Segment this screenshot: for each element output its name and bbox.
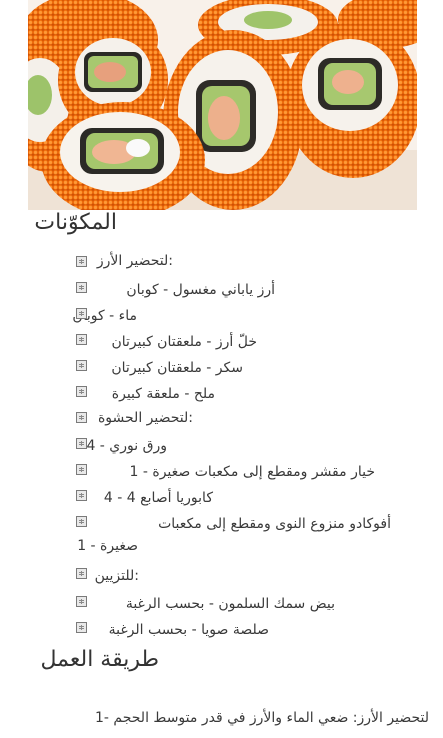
image-placeholder-icon (76, 490, 87, 501)
image-placeholder-icon (76, 438, 87, 449)
list-item: كابوريا أصابع 4 - 4 (0, 482, 443, 506)
ingredient-label: صلصة صويا - بحسب الرغبة (108, 622, 269, 638)
image-placeholder-icon (76, 256, 87, 267)
list-item: بيض سمك السلمون - بحسب الرغبة (0, 588, 443, 612)
image-placeholder-icon (76, 308, 87, 319)
ingredient-label: ورق نوري - 4 (86, 438, 167, 454)
recipe-page: المكوّنات :لتحضير الأرز أرز ياباني مغسول… (0, 0, 443, 738)
list-item: :للتزيين (0, 560, 443, 584)
image-placeholder-icon (76, 464, 87, 475)
ingredient-label: أفوكادو منزوع النوى ومقطع إلى مكعبات (158, 516, 391, 532)
image-placeholder-icon (76, 334, 87, 345)
image-placeholder-icon (76, 412, 87, 423)
method-step-continued (0, 729, 403, 738)
image-placeholder-icon (76, 516, 87, 527)
ingredient-label: :لتحضير الحشوة (97, 410, 193, 426)
list-item: سكر - ملعقتان كبيرتان (0, 352, 443, 376)
sushi-photo (28, 0, 417, 210)
list-item: :لتحضير الأرز (0, 248, 443, 272)
list-item: :لتحضير الحشوة (0, 404, 443, 428)
ingredient-label: :لتحضير الأرز (96, 253, 173, 269)
ingredient-label-continued: صغيرة - 1 (77, 538, 138, 554)
ingredient-label: كابوريا أصابع 4 - 4 (103, 490, 213, 506)
ingredient-label: خيار مقشر ومقطع إلى مكعبات صغيرة - 1 (129, 464, 375, 480)
sushi-image (28, 0, 417, 210)
image-placeholder-icon (76, 282, 87, 293)
ingredient-label: أرز ياباني مغسول - كوبان (126, 282, 275, 298)
method-step-1: لتحضير الأرز: ضعي الماء والأرز في قدر مت… (94, 710, 429, 726)
ingredient-label: :للتزيين (94, 568, 139, 584)
list-item: خلّ أرز - ملعقتان كبيرتان (0, 326, 443, 350)
ingredient-label: خلّ أرز - ملعقتان كبيرتان (111, 334, 257, 350)
list-item: أرز ياباني مغسول - كوبان (0, 274, 443, 298)
image-placeholder-icon (76, 568, 87, 579)
list-item: صلصة صويا - بحسب الرغبة (0, 614, 443, 638)
image-placeholder-icon (76, 386, 87, 397)
list-item: ورق نوري - 4 (0, 430, 443, 454)
ingredient-label: بيض سمك السلمون - بحسب الرغبة (125, 596, 335, 612)
ingredient-label: سكر - ملعقتان كبيرتان (111, 360, 243, 376)
ingredient-label: ملح - ملعقة كبيرة (111, 386, 215, 402)
image-placeholder-icon (76, 360, 87, 371)
list-item: أفوكادو منزوع النوى ومقطع إلى مكعبات صغي… (0, 508, 443, 556)
ingredients-title: المكوّنات (34, 210, 117, 235)
list-item: ملح - ملعقة كبيرة (0, 378, 443, 402)
list-item: خيار مقشر ومقطع إلى مكعبات صغيرة - 1 (0, 456, 443, 480)
list-item: ماء - كوبان (0, 300, 443, 324)
image-placeholder-icon (76, 622, 87, 633)
method-title: طريقة العمل (40, 647, 160, 672)
image-placeholder-icon (76, 596, 87, 607)
